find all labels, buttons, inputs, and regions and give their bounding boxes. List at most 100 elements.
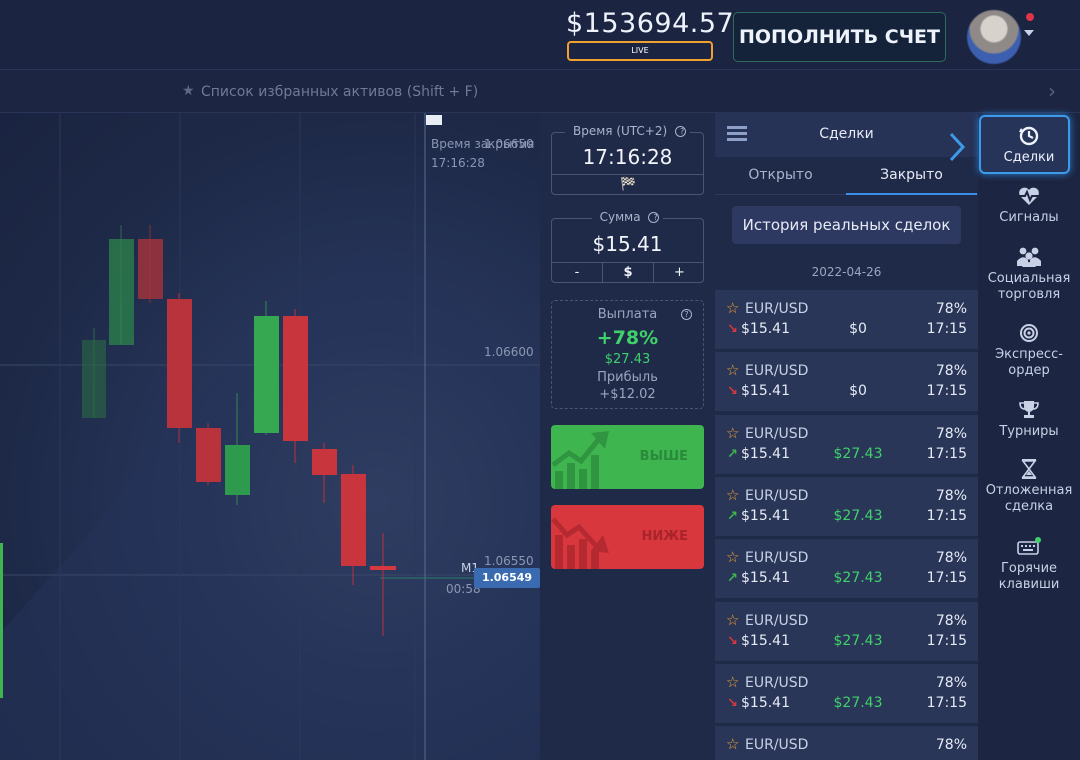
star-icon[interactable]: ☆ xyxy=(726,363,739,378)
deal-row[interactable]: ☆ EUR/USD 78% ↘ $15.41 $27.43 17:15 xyxy=(715,601,978,662)
deal-time: 17:15 xyxy=(926,507,967,524)
arrow-down-icon: ↘ xyxy=(727,384,738,400)
deal-row[interactable]: ☆ EUR/USD 78% xyxy=(715,726,978,760)
sidebar-item-pending-trade[interactable]: Отложенная сделка xyxy=(978,458,1080,515)
star-icon[interactable]: ☆ xyxy=(726,674,739,690)
tab-closed[interactable]: Закрыто xyxy=(846,157,977,195)
flag-icon[interactable]: 🏁 xyxy=(552,175,705,195)
deals-panel: Сделки Открыто Закрыто История реальных … xyxy=(715,113,978,760)
lower-label: НИЖЕ xyxy=(641,529,688,544)
deal-payout-percent: 78% xyxy=(935,612,967,629)
deal-amount: $15.41 xyxy=(741,570,790,587)
price-chart[interactable]: Время закрытия 17:16:28 1.06650 1.06600 … xyxy=(0,113,540,760)
amount-controls: - $ + xyxy=(552,262,705,283)
heart-pulse-icon xyxy=(978,185,1080,207)
lower-button[interactable]: НИЖЕ xyxy=(551,505,704,569)
candle-down xyxy=(138,239,163,299)
star-icon[interactable]: ☆ xyxy=(726,737,739,752)
deposit-button[interactable]: ПОПОЛНИТЬ СЧЕТ xyxy=(733,12,946,62)
candle-up xyxy=(109,239,134,345)
real-trades-history-button[interactable]: История реальных сделок xyxy=(732,206,961,244)
time-value[interactable]: 17:16:28 xyxy=(552,145,703,169)
help-icon[interactable]: ? xyxy=(648,212,660,223)
deal-asset: EUR/USD xyxy=(745,425,809,442)
sidebar-item-tournaments[interactable]: Турниры xyxy=(978,399,1080,440)
deal-amount: $15.41 xyxy=(741,694,790,711)
deal-asset: EUR/USD xyxy=(745,612,809,629)
deal-payout-percent: 78% xyxy=(935,674,967,691)
trade-panel: Время (UTC+2) ? 17:16:28 🏁 Сумма ? $15.4… xyxy=(540,113,715,760)
balance-display[interactable]: $153694.57 LIVE xyxy=(566,8,735,61)
price-level-mid: 1.06600 xyxy=(484,345,534,359)
deals-title: Сделки xyxy=(819,126,874,142)
sidebar-item-deals[interactable]: Сделки xyxy=(978,125,1080,166)
deal-row[interactable]: ☆ EUR/USD 78% ↗ $15.41 $27.43 17:15 xyxy=(715,476,978,537)
deal-time: 17:15 xyxy=(926,570,967,587)
deal-profit: $27.43 xyxy=(833,694,883,711)
help-icon[interactable]: ? xyxy=(681,309,692,320)
deal-profit: $27.43 xyxy=(833,632,883,649)
deal-row[interactable]: ☆ EUR/USD 78% ↗ $15.41 $27.43 17:15 xyxy=(715,539,978,600)
price-level-top: 1.06650 xyxy=(484,137,534,151)
deals-header: Сделки xyxy=(715,113,978,157)
time-field[interactable]: Время (UTC+2) ? 17:16:28 🏁 xyxy=(551,124,704,195)
deal-payout-percent: 78% xyxy=(935,550,967,567)
star-icon[interactable]: ☆ xyxy=(726,612,739,628)
avatar[interactable] xyxy=(967,10,1021,64)
balance-value: $153694.57 xyxy=(566,8,735,39)
left-marker xyxy=(0,543,3,698)
price-level-low: 1.06550 xyxy=(484,554,534,568)
deal-time: 17:15 xyxy=(926,632,967,649)
deal-asset: EUR/USD xyxy=(745,363,809,380)
sidebar-item-social-trading[interactable]: Социальная торговля xyxy=(978,246,1080,303)
current-price-tag: 1.06549 xyxy=(474,568,540,588)
deal-row[interactable]: ☆ EUR/USD 78% ↘ $15.41 $0 17:15 xyxy=(715,352,978,413)
chevron-down-icon[interactable] xyxy=(1024,30,1034,36)
arrow-up-icon: ↗ xyxy=(727,508,738,524)
deal-payout-percent: 78% xyxy=(935,301,967,317)
deal-row[interactable]: ☆ EUR/USD 78% ↘ $15.41 $27.43 17:15 xyxy=(715,663,978,724)
target-icon xyxy=(978,322,1080,344)
amount-value[interactable]: $15.41 xyxy=(552,232,703,256)
deal-payout-percent: 78% xyxy=(935,737,967,754)
higher-button[interactable]: ВЫШЕ xyxy=(551,425,704,489)
chevron-right-icon[interactable]: › xyxy=(1048,79,1056,103)
candle-down xyxy=(370,566,396,570)
sidebar-item-signals[interactable]: Сигналы xyxy=(978,185,1080,226)
star-icon[interactable]: ☆ xyxy=(726,550,739,565)
deal-amount: $15.41 xyxy=(741,383,790,400)
time-label: Время (UTC+2) xyxy=(569,124,672,138)
deal-asset: EUR/USD xyxy=(745,301,809,317)
sidebar-item-label: Отложенная сделка xyxy=(985,483,1073,514)
chart-down-icon xyxy=(551,517,609,569)
amount-field[interactable]: Сумма ? $15.41 - $ + xyxy=(551,210,705,283)
sidebar-item-label: Экспресс-ордер xyxy=(995,347,1063,378)
date-label: 2022-04-26 xyxy=(811,265,882,279)
increase-button[interactable]: + xyxy=(654,263,705,283)
amount-label: Сумма xyxy=(595,210,645,224)
account-type-badge[interactable]: LIVE xyxy=(567,41,713,61)
sidebar-item-express-order[interactable]: Экспресс-ордер xyxy=(978,322,1080,379)
deal-row[interactable]: ☆ EUR/USD 78% ↗ $15.41 $27.43 17:15 xyxy=(715,414,978,475)
star-icon[interactable]: ☆ xyxy=(726,487,739,503)
hourglass-icon xyxy=(978,458,1080,480)
sidebar-item-label: Социальная торговля xyxy=(987,271,1071,302)
decrease-button[interactable]: - xyxy=(552,263,603,283)
deal-asset: EUR/USD xyxy=(745,487,809,504)
deal-time: 17:15 xyxy=(926,694,967,711)
people-icon xyxy=(978,246,1080,268)
star-icon[interactable]: ☆ xyxy=(726,301,739,316)
star-icon[interactable]: ★ xyxy=(182,83,195,99)
time-sub: 🏁 xyxy=(552,174,703,194)
help-icon[interactable]: ? xyxy=(675,126,686,137)
deal-amount: $15.41 xyxy=(741,632,790,649)
deal-asset: EUR/USD xyxy=(745,674,809,691)
tab-open[interactable]: Открыто xyxy=(715,157,846,195)
currency-button[interactable]: $ xyxy=(603,263,654,283)
deal-row[interactable]: ☆ EUR/USD 78% ↘ $15.41 $0 17:15 xyxy=(715,290,978,350)
expiry-time: 17:16:28 xyxy=(431,156,485,170)
star-icon[interactable]: ☆ xyxy=(726,425,739,441)
candle-up xyxy=(254,316,279,433)
sidebar-item-hotkeys[interactable]: Горячие клавиши xyxy=(978,536,1080,593)
arrow-down-icon: ↘ xyxy=(727,633,738,649)
